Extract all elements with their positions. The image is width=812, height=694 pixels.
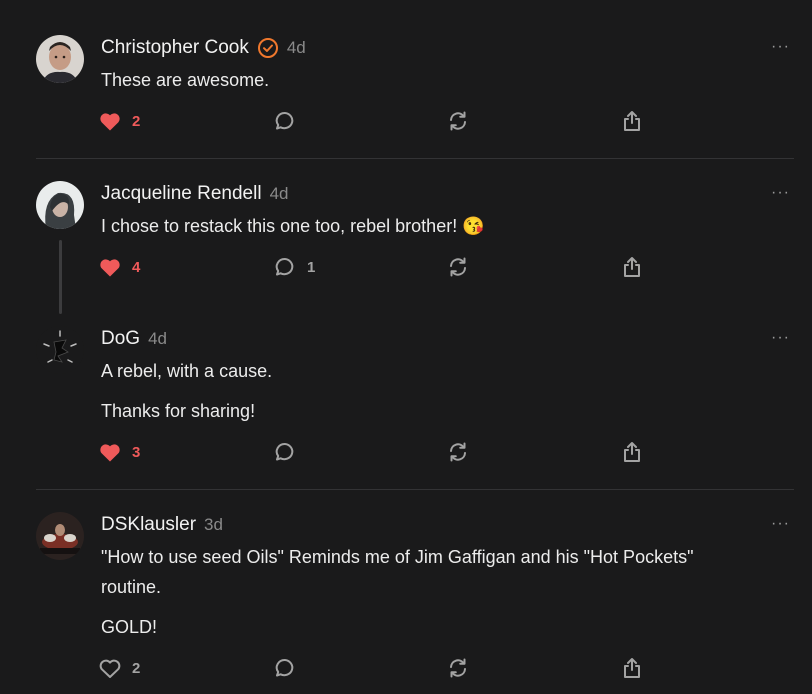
name-row: DSKlausler 3d xyxy=(101,514,223,536)
timestamp[interactable]: 4d xyxy=(148,329,167,349)
timestamp[interactable]: 3d xyxy=(204,515,223,535)
more-options-icon[interactable]: ··· xyxy=(771,329,790,347)
like-button[interactable]: 4 xyxy=(98,253,140,281)
restack-button[interactable] xyxy=(446,654,470,682)
reply-button[interactable]: 1 xyxy=(273,253,315,281)
author-name[interactable]: Christopher Cook xyxy=(101,37,249,59)
author-name[interactable]: DSKlausler xyxy=(101,514,196,536)
comment-icon xyxy=(273,440,297,464)
like-count: 2 xyxy=(132,659,141,677)
heart-icon xyxy=(98,256,122,278)
avatar[interactable] xyxy=(36,326,84,374)
author-name[interactable]: Jacqueline Rendell xyxy=(101,183,262,205)
restack-button[interactable] xyxy=(446,253,470,281)
heart-icon xyxy=(98,657,122,679)
action-bar: 2 xyxy=(98,654,658,682)
like-count: 2 xyxy=(132,112,141,130)
comment-text: GOLD! xyxy=(101,617,158,637)
like-count: 4 xyxy=(132,258,141,276)
more-options-icon[interactable]: ··· xyxy=(771,515,790,533)
action-bar: 2 xyxy=(98,107,658,135)
share-button[interactable] xyxy=(620,253,644,281)
name-row: Christopher Cook 4d xyxy=(101,37,306,59)
comment-icon xyxy=(273,109,297,133)
like-count: 3 xyxy=(132,443,141,461)
comment-icon xyxy=(273,255,297,279)
reply-button[interactable] xyxy=(273,654,297,682)
comment-text: A rebel, with a cause. xyxy=(101,361,273,381)
name-row: DoG 4d xyxy=(101,328,167,350)
more-options-icon[interactable]: ··· xyxy=(771,38,790,56)
reply-button[interactable] xyxy=(273,438,297,466)
like-button[interactable]: 3 xyxy=(98,438,140,466)
share-button[interactable] xyxy=(620,107,644,135)
divider xyxy=(36,489,794,490)
avatar[interactable] xyxy=(36,181,84,229)
comment-text: "How to use seed Oils" Reminds me of Jim… xyxy=(101,547,694,567)
more-options-icon[interactable]: ··· xyxy=(771,184,790,202)
author-name[interactable]: DoG xyxy=(101,328,140,350)
restack-icon xyxy=(446,656,470,680)
share-icon xyxy=(620,109,644,133)
share-icon xyxy=(620,255,644,279)
name-row: Jacqueline Rendell 4d xyxy=(101,183,288,205)
share-icon xyxy=(620,656,644,680)
like-button[interactable]: 2 xyxy=(98,107,140,135)
restack-button[interactable] xyxy=(446,107,470,135)
avatar[interactable] xyxy=(36,512,84,560)
heart-icon xyxy=(98,110,122,132)
timestamp[interactable]: 4d xyxy=(287,38,306,58)
divider xyxy=(36,158,794,159)
restack-button[interactable] xyxy=(446,438,470,466)
thread-line xyxy=(59,240,62,314)
reply-button[interactable] xyxy=(273,107,297,135)
comment-text: I chose to restack this one too, rebel b… xyxy=(101,216,485,236)
timestamp[interactable]: 4d xyxy=(270,184,289,204)
comment-text: routine. xyxy=(101,577,162,597)
share-button[interactable] xyxy=(620,438,644,466)
comment-text: These are awesome. xyxy=(101,70,270,90)
restack-icon xyxy=(446,109,470,133)
heart-icon xyxy=(98,441,122,463)
restack-icon xyxy=(446,440,470,464)
restack-icon xyxy=(446,255,470,279)
action-bar: 4 1 xyxy=(98,253,658,281)
comment-text: Thanks for sharing! xyxy=(101,401,256,421)
reply-count: 1 xyxy=(307,258,316,276)
comment-icon xyxy=(273,656,297,680)
share-icon xyxy=(620,440,644,464)
avatar[interactable] xyxy=(36,35,84,83)
verified-check-icon xyxy=(257,37,279,59)
like-button[interactable]: 2 xyxy=(98,654,140,682)
action-bar: 3 xyxy=(98,438,658,466)
share-button[interactable] xyxy=(620,654,644,682)
